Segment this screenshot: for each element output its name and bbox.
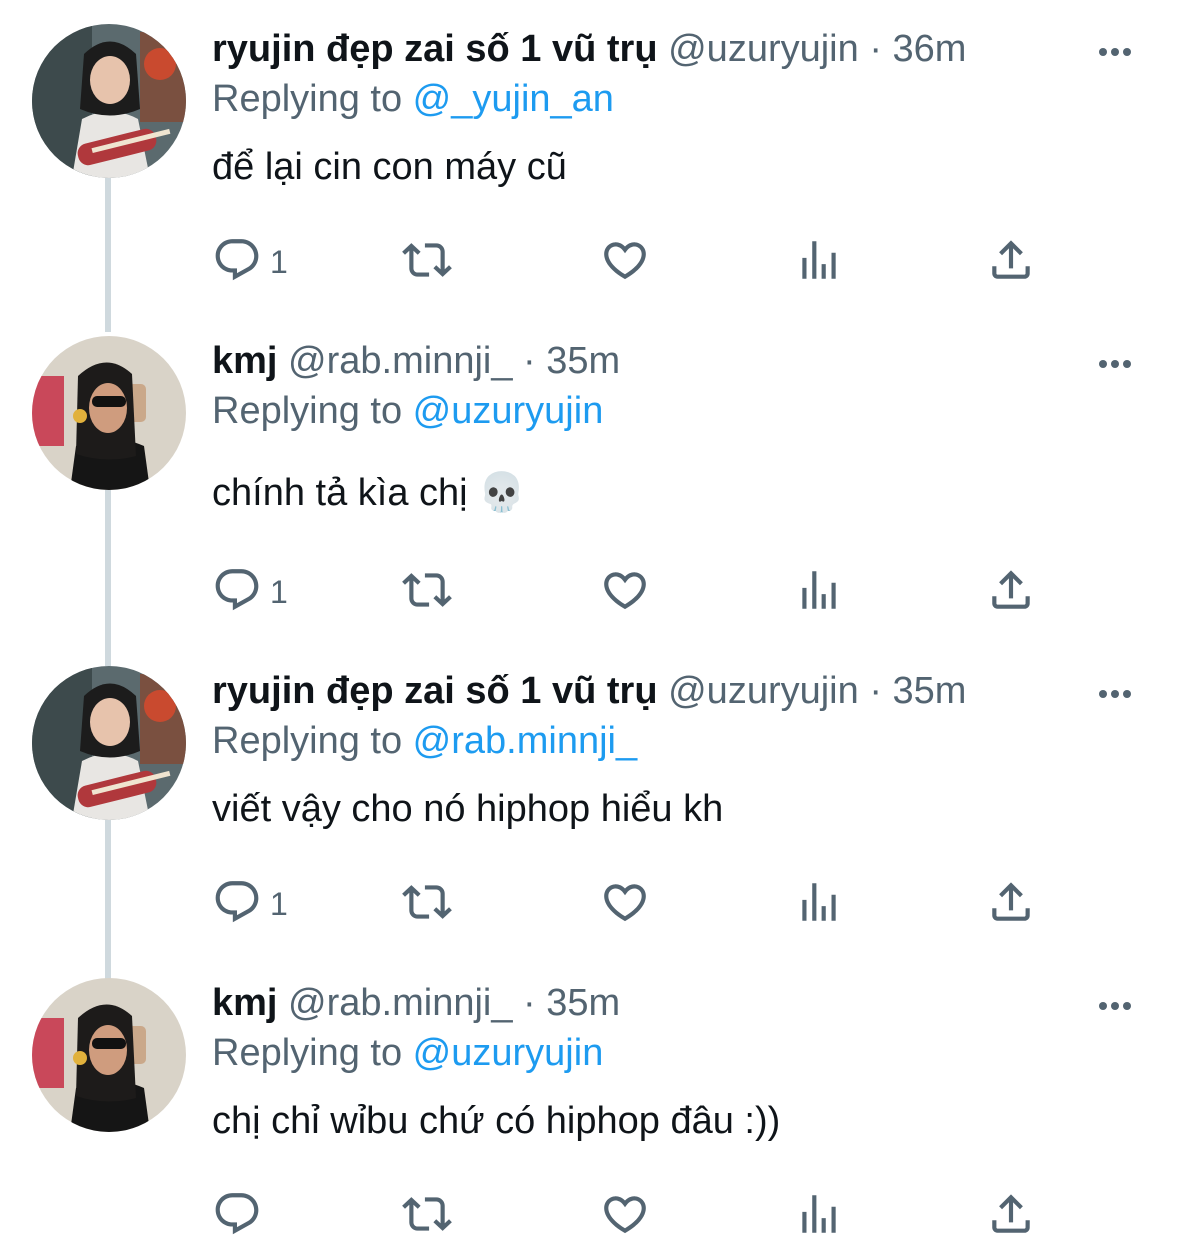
reply-icon (212, 1189, 262, 1244)
timestamp[interactable]: · 35m (869, 670, 966, 712)
views-icon (794, 1189, 844, 1244)
share-button[interactable] (986, 1188, 1036, 1244)
display-name[interactable]: kmj (212, 340, 277, 382)
reply-button[interactable]: 1 (212, 876, 288, 932)
replying-to-label: Replying to (212, 1032, 413, 1074)
heart-icon (600, 877, 650, 932)
tweet-text: để lại cin con máy cũ (212, 146, 567, 188)
timestamp[interactable]: · 35m (523, 982, 620, 1024)
replying-to: Replying to @uzuryujin (212, 386, 1139, 436)
thread-line (105, 490, 111, 666)
timestamp[interactable]: · 36m (869, 28, 966, 70)
tweet-text: viết vậy cho nó hiphop hiểu kh (212, 788, 724, 830)
tweet-actions (212, 1188, 1112, 1244)
reply-icon (212, 235, 262, 290)
reply-count: 1 (270, 885, 288, 922)
replying-to: Replying to @_yujin_an (212, 74, 1139, 124)
tweet-text: chị chỉ wỉbu chứ có hiphop đâu :)) (212, 1100, 781, 1142)
user-handle[interactable]: @rab.minnji_ (288, 982, 512, 1024)
like-button[interactable] (600, 876, 650, 932)
tweet-text: chính tả kìa chị 💀 (212, 472, 526, 514)
replying-to-label: Replying to (212, 390, 413, 432)
replying-to-handle[interactable]: @uzuryujin (413, 1032, 604, 1074)
avatar[interactable] (32, 666, 186, 820)
retweet-icon (402, 565, 452, 620)
share-button[interactable] (986, 234, 1036, 290)
display-name[interactable]: ryujin đẹp zai số 1 vũ trụ (212, 28, 658, 70)
replying-to-handle[interactable]: @rab.minnji_ (413, 720, 637, 762)
more-options-icon[interactable] (1095, 984, 1135, 1024)
replying-to-label: Replying to (212, 78, 413, 120)
tweet-actions: 1 (212, 564, 1112, 620)
views-button[interactable] (794, 564, 844, 620)
like-button[interactable] (600, 1188, 650, 1244)
replying-to-handle[interactable]: @uzuryujin (413, 390, 604, 432)
replying-to: Replying to @rab.minnji_ (212, 716, 1139, 766)
heart-icon (600, 1189, 650, 1244)
thread-line (105, 178, 111, 332)
retweet-button[interactable] (402, 876, 452, 932)
user-handle[interactable]: @uzuryujin (668, 670, 859, 712)
views-icon (794, 565, 844, 620)
tweet-header: kmj @rab.minnji_ · 35m (212, 336, 1139, 386)
avatar[interactable] (32, 336, 186, 490)
reply-icon (212, 565, 262, 620)
replying-to-handle[interactable]: @_yujin_an (413, 78, 614, 120)
views-icon (794, 877, 844, 932)
thread-line (105, 820, 111, 980)
tweet-actions: 1 (212, 234, 1112, 290)
like-button[interactable] (600, 234, 650, 290)
tweet-header: ryujin đẹp zai số 1 vũ trụ @uzuryujin · … (212, 666, 1139, 716)
share-icon (986, 235, 1036, 290)
reply-button[interactable]: 1 (212, 564, 288, 620)
tweet-header: kmj @rab.minnji_ · 35m (212, 978, 1139, 1028)
retweet-icon (402, 1189, 452, 1244)
more-options-icon[interactable] (1095, 342, 1135, 382)
reply-count: 1 (270, 573, 288, 610)
replying-to: Replying to @uzuryujin (212, 1028, 1139, 1078)
display-name[interactable]: ryujin đẹp zai số 1 vũ trụ (212, 670, 658, 712)
like-button[interactable] (600, 564, 650, 620)
share-icon (986, 1189, 1036, 1244)
reply-icon (212, 877, 262, 932)
retweet-button[interactable] (402, 234, 452, 290)
avatar[interactable] (32, 24, 186, 178)
share-icon (986, 565, 1036, 620)
retweet-button[interactable] (402, 1188, 452, 1244)
reply-button[interactable] (212, 1188, 270, 1244)
heart-icon (600, 565, 650, 620)
views-button[interactable] (794, 876, 844, 932)
reply-count: 1 (270, 243, 288, 280)
tweet-actions: 1 (212, 876, 1112, 932)
tweet-thread: ryujin đẹp zai số 1 vũ trụ @uzuryujin · … (0, 0, 1179, 1260)
views-button[interactable] (794, 234, 844, 290)
user-handle[interactable]: @rab.minnji_ (288, 340, 512, 382)
views-button[interactable] (794, 1188, 844, 1244)
retweet-button[interactable] (402, 564, 452, 620)
share-button[interactable] (986, 876, 1036, 932)
retweet-icon (402, 877, 452, 932)
share-button[interactable] (986, 564, 1036, 620)
more-options-icon[interactable] (1095, 672, 1135, 712)
views-icon (794, 235, 844, 290)
heart-icon (600, 235, 650, 290)
user-handle[interactable]: @uzuryujin (668, 28, 859, 70)
reply-button[interactable]: 1 (212, 234, 288, 290)
share-icon (986, 877, 1036, 932)
replying-to-label: Replying to (212, 720, 413, 762)
retweet-icon (402, 235, 452, 290)
timestamp[interactable]: · 35m (523, 340, 620, 382)
more-options-icon[interactable] (1095, 30, 1135, 70)
avatar[interactable] (32, 978, 186, 1132)
display-name[interactable]: kmj (212, 982, 277, 1024)
tweet-header: ryujin đẹp zai số 1 vũ trụ @uzuryujin · … (212, 24, 1139, 74)
